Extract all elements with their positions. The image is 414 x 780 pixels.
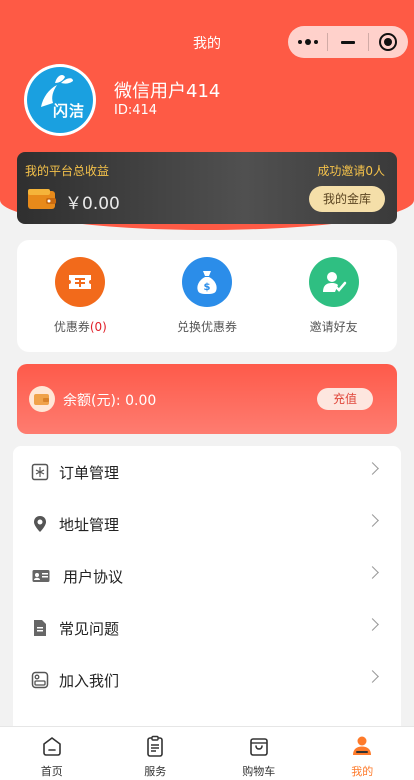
user-id: ID:414: [114, 103, 158, 118]
more-button[interactable]: [288, 26, 327, 58]
menu-item-address[interactable]: 地址管理: [13, 498, 401, 550]
earnings-card: 我的平台总收益 成功邀请0人 ￥0.00 我的金库: [17, 152, 397, 224]
menu-item-orders[interactable]: 订单管理: [13, 446, 401, 498]
more-dots-icon: [297, 39, 318, 45]
bottom-tab-bar: 首页 服务 购物车 我的: [0, 726, 414, 780]
exchange-coupon-entry[interactable]: $ 兑换优惠券: [144, 240, 271, 352]
tab-label: 首页: [40, 765, 63, 778]
ticket-icon: [55, 257, 106, 307]
chevron-right-icon: [366, 462, 379, 475]
coupon-card: 优惠券(0) $ 兑换优惠券 邀请好友: [17, 240, 397, 352]
shopping-bag-icon: [249, 738, 268, 756]
balance-text: 余额(元): 0.00: [63, 393, 157, 409]
tab-label: 服务: [144, 765, 167, 778]
earnings-title: 我的平台总收益: [25, 164, 110, 178]
minimize-button[interactable]: [328, 26, 367, 58]
tab-home[interactable]: 首页: [0, 727, 104, 780]
avatar-text: 闪洁: [53, 102, 86, 120]
location-pin-icon: [34, 516, 46, 532]
invite-count[interactable]: 成功邀请0人: [317, 162, 385, 179]
miniprogram-capsule: [288, 26, 408, 58]
coupon-count: (0): [89, 320, 107, 334]
join-icon: [31, 671, 49, 689]
invite-friends-label: 邀请好友: [309, 320, 358, 334]
close-circle-icon: [379, 33, 398, 51]
order-icon: [31, 463, 49, 481]
menu-label: 用户协议: [63, 568, 124, 586]
menu-label: 加入我们: [59, 672, 120, 690]
coupon-label: 优惠券(0): [53, 320, 107, 334]
earnings-amount: ￥0.00: [65, 194, 120, 214]
user-icon: [353, 736, 372, 755]
settings-menu: 订单管理 地址管理 用户协议 常见问题 加入我们: [13, 446, 401, 736]
recharge-button[interactable]: 充值: [317, 388, 373, 410]
menu-item-user-agreement[interactable]: 用户协议: [13, 550, 401, 602]
username: 微信用户414: [114, 81, 221, 102]
money-bag-icon: $: [182, 257, 232, 307]
svg-text:$: $: [204, 282, 211, 293]
tab-service[interactable]: 服务: [104, 727, 208, 780]
avatar-logo: 闪洁: [27, 67, 93, 133]
menu-label: 常见问题: [59, 620, 120, 638]
menu-item-join-us[interactable]: 加入我们: [13, 654, 401, 706]
chevron-right-icon: [366, 670, 379, 683]
exchange-coupon-label: 兑换优惠券: [177, 320, 238, 334]
tab-label: 购物车: [242, 765, 276, 778]
balance-wallet-icon: [29, 386, 55, 412]
minimize-icon: [341, 40, 355, 44]
tab-cart[interactable]: 购物车: [207, 727, 311, 780]
invite-user-icon: [308, 257, 359, 307]
menu-item-faq[interactable]: 常见问题: [13, 602, 401, 654]
menu-label: 订单管理: [59, 464, 120, 482]
id-card-icon: [32, 570, 50, 582]
avatar[interactable]: 闪洁: [24, 64, 96, 136]
tab-label: 我的: [351, 765, 374, 778]
chevron-right-icon: [366, 514, 379, 527]
coupon-entry[interactable]: 优惠券(0): [17, 240, 144, 352]
document-icon: [34, 620, 46, 636]
wallet-icon: [28, 189, 56, 209]
chevron-right-icon: [366, 618, 379, 631]
invite-friends-entry[interactable]: 邀请好友: [270, 240, 397, 352]
chevron-right-icon: [366, 566, 379, 579]
tab-mine[interactable]: 我的: [311, 727, 414, 780]
close-button[interactable]: [369, 26, 408, 58]
balance-card: 余额(元): 0.00 充值: [17, 364, 397, 434]
menu-label: 地址管理: [59, 516, 120, 534]
home-icon: [42, 737, 61, 756]
my-vault-button[interactable]: 我的金库: [309, 186, 385, 212]
clipboard-icon: [147, 735, 164, 757]
